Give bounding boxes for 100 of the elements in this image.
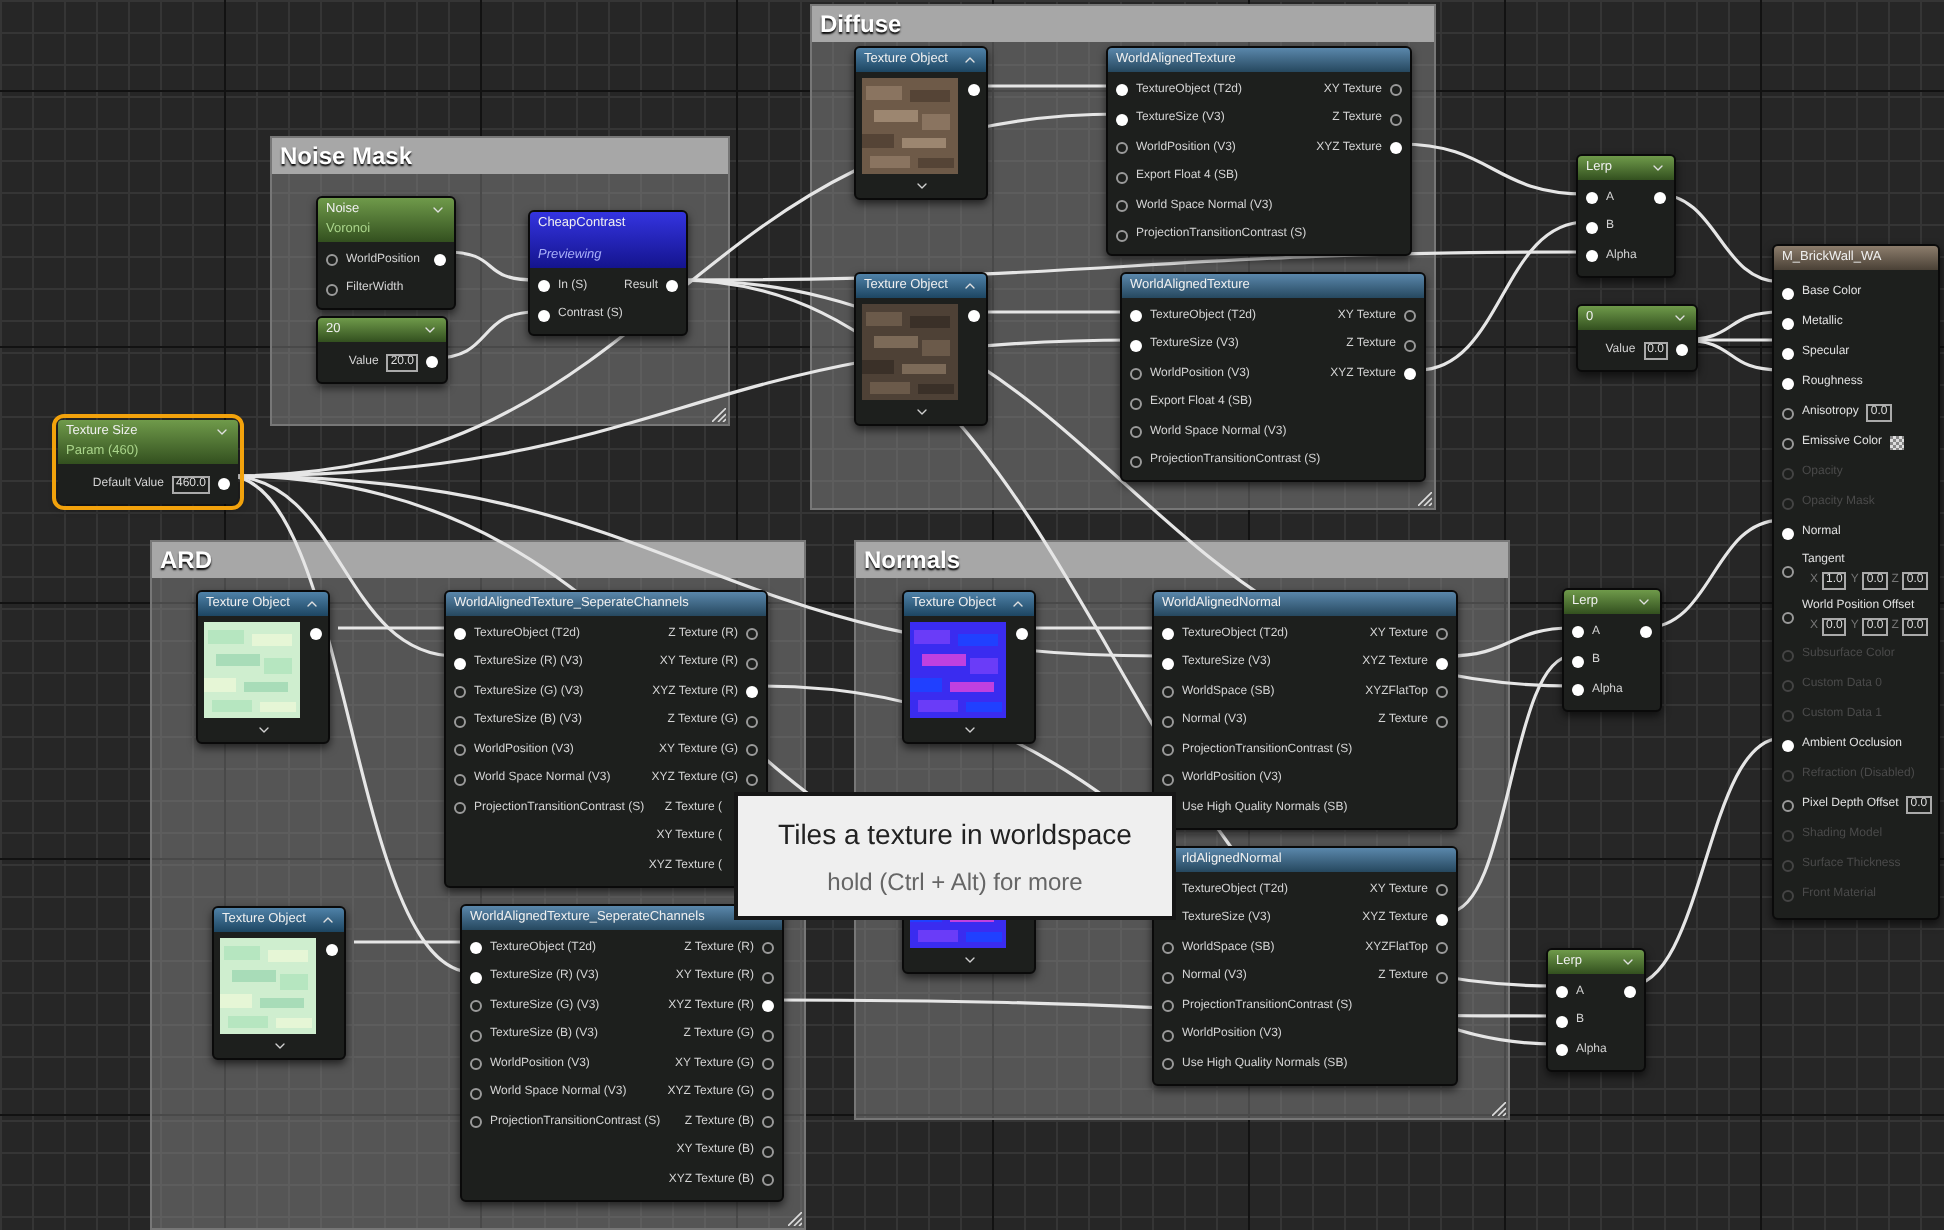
input-pin[interactable] [1162,715,1174,728]
output-pin[interactable] [1390,113,1402,126]
input-pin[interactable] [1572,684,1584,697]
chevron-down-icon[interactable] [1672,310,1688,326]
input-pin[interactable] [1162,657,1174,670]
output-pin[interactable] [218,478,230,490]
graph-node[interactable] [460,904,784,1201]
output-pin[interactable] [1436,884,1448,897]
input-pin[interactable] [1782,317,1794,329]
input-pin[interactable] [1782,799,1794,811]
chevron-down-icon[interactable] [255,722,271,738]
input-pin[interactable] [1162,971,1174,984]
input-pin[interactable] [1782,527,1794,539]
input-pin[interactable] [454,715,466,728]
input-pin[interactable] [1116,142,1128,155]
output-pin[interactable] [1436,942,1448,955]
input-pin[interactable] [1586,192,1598,205]
input-pin[interactable] [470,1029,482,1042]
graph-node[interactable] [444,590,768,887]
output-pin[interactable] [762,1087,774,1100]
input-pin[interactable] [470,1058,482,1071]
output-pin[interactable] [746,686,758,699]
input-pin[interactable] [454,802,466,815]
output-pin[interactable] [762,971,774,984]
chevron-down-icon[interactable] [1636,594,1652,610]
input-pin[interactable] [1782,377,1794,389]
output-pin[interactable] [1436,628,1448,641]
input-pin[interactable] [1130,368,1142,381]
input-pin[interactable] [1116,84,1128,97]
output-pin[interactable] [762,1174,774,1187]
output-pin[interactable] [968,310,980,322]
chevron-down-icon[interactable] [913,404,929,420]
output-pin[interactable] [1436,686,1448,699]
input-pin[interactable] [1162,686,1174,699]
input-pin[interactable] [326,254,338,267]
output-pin[interactable] [762,1116,774,1129]
input-pin[interactable] [1782,437,1794,449]
input-pin[interactable] [1130,339,1142,352]
input-pin[interactable] [1586,250,1598,263]
output-pin[interactable] [434,254,446,267]
input-pin[interactable] [1556,986,1568,999]
graph-node[interactable] [1152,846,1458,1085]
output-pin[interactable] [746,657,758,670]
resize-grip-icon[interactable] [1492,1102,1506,1116]
input-pin[interactable] [1162,1058,1174,1071]
input-pin[interactable] [1556,1044,1568,1057]
output-pin[interactable] [762,1058,774,1071]
chevron-down-icon[interactable] [1620,954,1636,970]
input-pin[interactable] [326,283,338,296]
output-pin[interactable] [1654,192,1666,205]
chevron-up-icon[interactable] [320,912,336,928]
chevron-up-icon[interactable] [304,596,320,612]
output-pin[interactable] [762,942,774,955]
input-pin[interactable] [1162,744,1174,757]
output-pin[interactable] [746,715,758,728]
output-pin[interactable] [1404,339,1416,352]
resize-grip-icon[interactable] [712,408,726,422]
input-pin[interactable] [1116,171,1128,184]
chevron-down-icon[interactable] [913,178,929,194]
chevron-up-icon[interactable] [1010,596,1026,612]
input-pin[interactable] [1782,611,1794,623]
input-pin[interactable] [470,942,482,955]
output-pin[interactable] [1640,626,1652,639]
input-pin[interactable] [1162,628,1174,641]
input-pin[interactable] [454,744,466,757]
output-pin[interactable] [968,84,980,96]
input-pin[interactable] [1116,200,1128,213]
input-pin[interactable] [1782,287,1794,299]
input-pin[interactable] [1116,229,1128,242]
input-pin[interactable] [1782,739,1794,751]
output-pin[interactable] [1390,142,1402,155]
input-pin[interactable] [454,628,466,641]
output-pin[interactable] [1016,628,1028,640]
output-pin[interactable] [1676,344,1688,356]
output-pin[interactable] [426,356,438,368]
graph-node[interactable] [1152,590,1458,829]
chevron-down-icon[interactable] [422,322,438,338]
resize-grip-icon[interactable] [1418,492,1432,506]
input-pin[interactable] [1782,565,1794,577]
input-pin[interactable] [1162,773,1174,786]
input-pin[interactable] [1130,426,1142,439]
output-pin[interactable] [762,1029,774,1042]
input-pin[interactable] [1116,113,1128,126]
output-pin[interactable] [762,1145,774,1158]
input-pin[interactable] [454,686,466,699]
chevron-down-icon[interactable] [271,1038,287,1054]
input-pin[interactable] [1782,347,1794,359]
chevron-up-icon[interactable] [962,278,978,294]
input-pin[interactable] [454,773,466,786]
output-pin[interactable] [1436,657,1448,670]
input-pin[interactable] [1162,1029,1174,1042]
output-pin[interactable] [326,944,338,956]
chevron-down-icon[interactable] [961,722,977,738]
input-pin[interactable] [1162,942,1174,955]
node-graph-canvas[interactable] [0,0,1944,1230]
input-pin[interactable] [538,280,550,293]
resize-grip-icon[interactable] [788,1212,802,1226]
input-pin[interactable] [1572,626,1584,639]
input-pin[interactable] [1130,455,1142,468]
input-pin[interactable] [1130,397,1142,410]
